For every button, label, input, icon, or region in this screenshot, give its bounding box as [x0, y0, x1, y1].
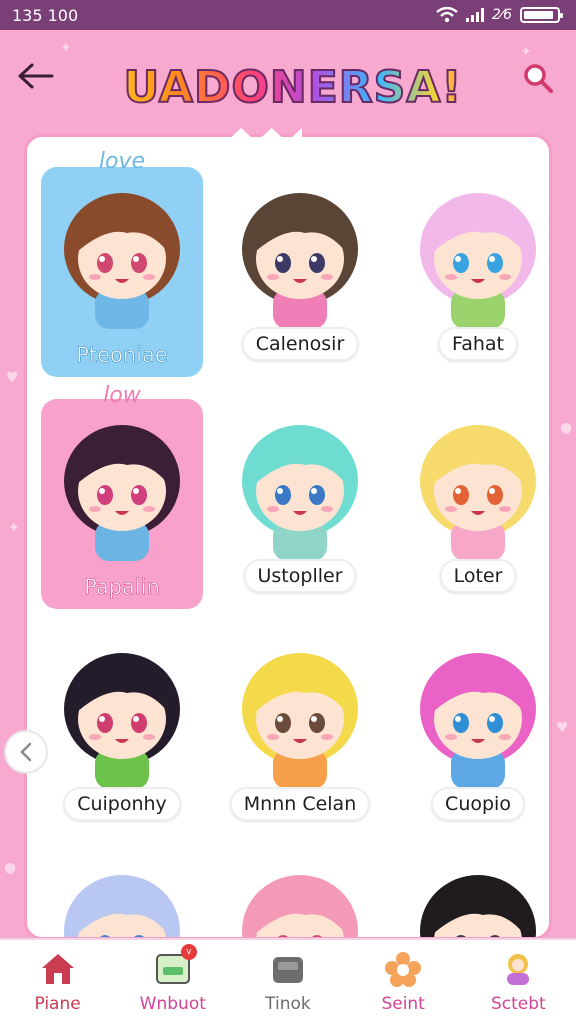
- signal-icon: [465, 8, 484, 22]
- character-card[interactable]: Loter: [397, 399, 549, 609]
- character-name: Fahat: [438, 327, 518, 361]
- character-card[interactable]: [397, 849, 549, 937]
- character-card[interactable]: Cuopio: [397, 627, 549, 837]
- character-card[interactable]: Cuiponhy: [41, 627, 203, 837]
- back-arrow-icon: [18, 63, 54, 89]
- character-name: Calenosir: [241, 327, 359, 361]
- character-avatar: [420, 653, 536, 789]
- network-label: 2⁄6: [491, 7, 512, 23]
- character-name: Cuopio: [431, 787, 525, 821]
- nav-item-inbox[interactable]: v Wnbuot: [125, 944, 221, 1014]
- back-button[interactable]: [14, 56, 58, 96]
- nav-label: Sctebt: [490, 994, 546, 1014]
- nav-item-flower[interactable]: Seint: [355, 950, 451, 1014]
- nav-label: Seint: [381, 994, 425, 1014]
- character-name: Loter: [439, 559, 517, 593]
- nav-label: Piane: [34, 994, 81, 1014]
- character-card[interactable]: love Pteoniae: [41, 149, 203, 377]
- character-icon: [498, 950, 538, 988]
- character-name: Pteoniae: [76, 343, 168, 368]
- character-card[interactable]: [41, 849, 203, 937]
- character-avatar: [242, 653, 358, 789]
- chevron-left-icon: [20, 742, 32, 762]
- search-button[interactable]: [516, 56, 560, 100]
- nav-item-home[interactable]: Piane: [10, 950, 106, 1014]
- character-card[interactable]: [219, 849, 381, 937]
- status-bar: 135 100 2⁄6: [0, 0, 576, 30]
- search-icon: [524, 64, 553, 93]
- nav-item-ticket[interactable]: Tinok: [240, 950, 336, 1014]
- character-avatar: [420, 875, 536, 937]
- character-card[interactable]: Mnnn Celan: [219, 627, 381, 837]
- character-name: Ustopller: [243, 559, 357, 593]
- home-icon: [38, 950, 78, 988]
- notification-badge: v: [180, 944, 197, 960]
- nav-label: Tinok: [265, 994, 311, 1014]
- status-icons: 2⁄6: [436, 7, 563, 23]
- status-time: 135 100: [12, 5, 79, 25]
- character-card[interactable]: Calenosir: [219, 167, 381, 377]
- bottom-nav: Piane v Wnbuot Tinok Seint Sctebt: [0, 938, 576, 1024]
- character-card[interactable]: Fahat: [397, 167, 549, 377]
- nav-item-character[interactable]: Sctebt: [470, 950, 566, 1014]
- character-avatar: [420, 425, 536, 561]
- character-avatar: [242, 193, 358, 329]
- inbox-icon: v: [153, 944, 197, 988]
- nav-label: Wnbuot: [139, 994, 206, 1014]
- scroll-left-button[interactable]: [4, 730, 48, 774]
- character-card[interactable]: Ustopller: [219, 399, 381, 609]
- character-name: Mnnn Celan: [229, 787, 371, 821]
- character-name: Papalin: [84, 575, 160, 600]
- ticket-icon: [268, 950, 308, 988]
- character-avatar: [64, 193, 180, 329]
- header: UADONERSA!: [0, 30, 576, 130]
- flower-icon: [383, 950, 423, 988]
- character-grid-panel: love Pteoniae Calenosir Fahat low Papali…: [24, 134, 552, 940]
- character-avatar: [64, 653, 180, 789]
- character-card[interactable]: low Papalin: [41, 383, 203, 609]
- character-avatar: [420, 193, 536, 329]
- character-avatar: [242, 425, 358, 561]
- character-avatar: [64, 425, 180, 561]
- character-name: Cuiponhy: [63, 787, 181, 821]
- app-title: UADONERSA!: [100, 58, 486, 118]
- battery-icon: [520, 7, 563, 23]
- character-avatar: [242, 875, 358, 937]
- wifi-icon: [436, 7, 458, 23]
- character-avatar: [64, 875, 180, 937]
